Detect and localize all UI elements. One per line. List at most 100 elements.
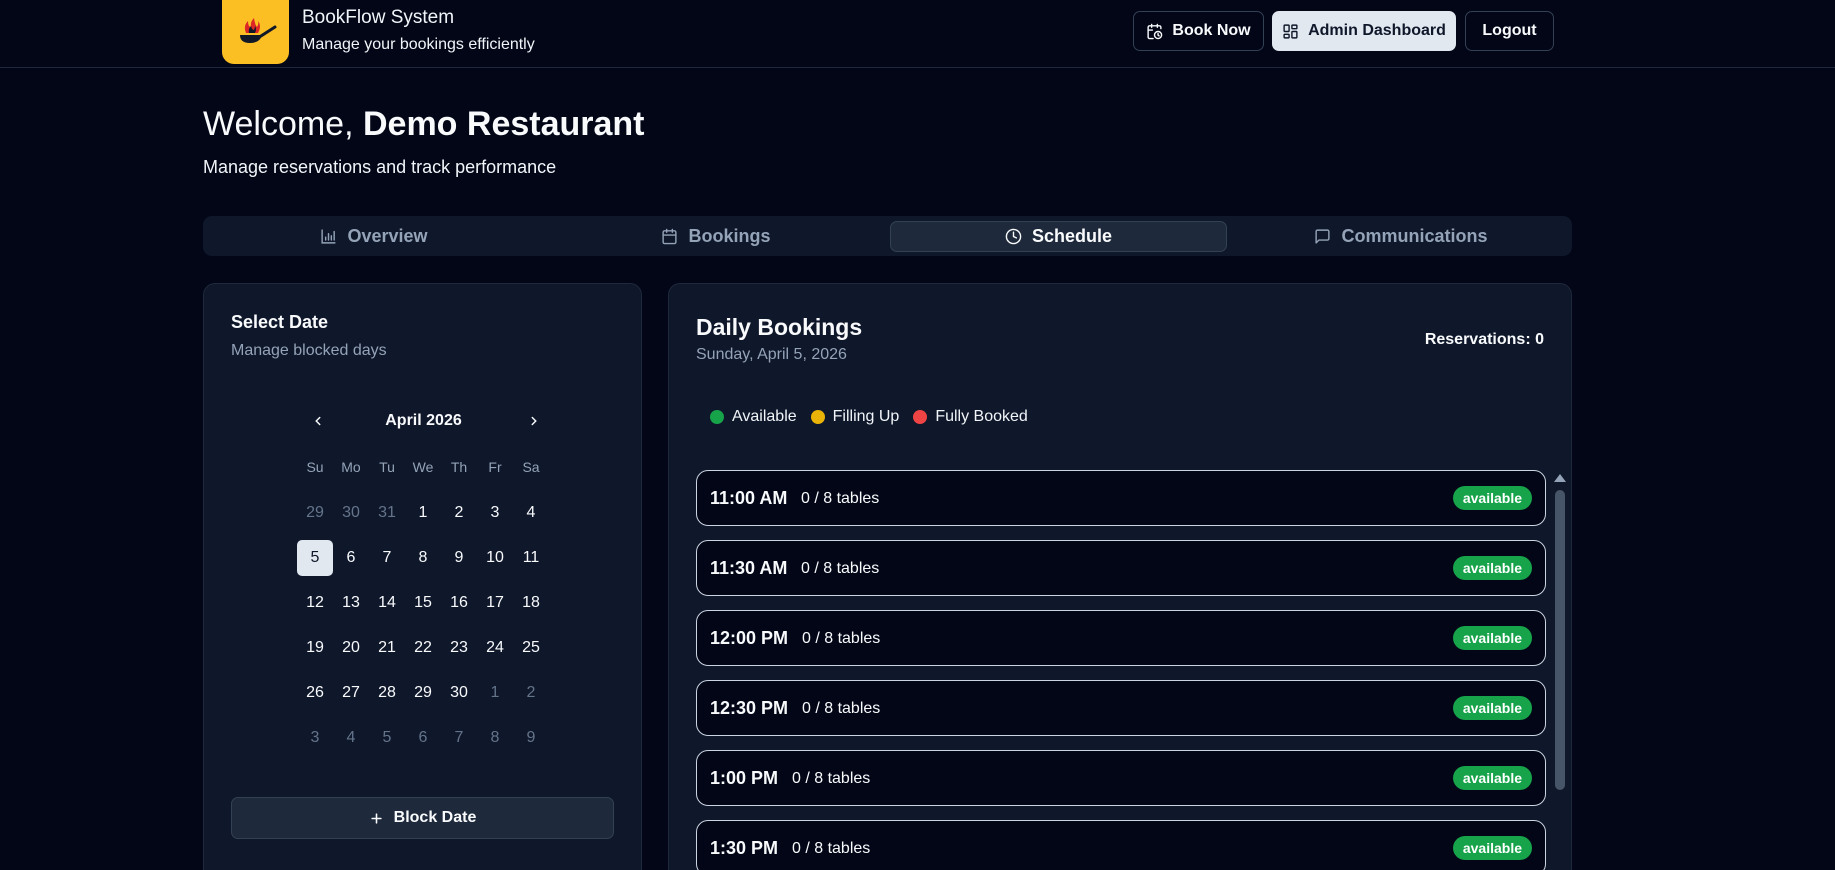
logout-label: Logout — [1482, 22, 1537, 39]
weekday-label: Fr — [488, 459, 502, 475]
calendar-day[interactable]: 16 — [441, 585, 477, 621]
calendar-day[interactable]: 7 — [441, 720, 477, 756]
legend-item: Fully Booked — [913, 408, 1028, 426]
calendar-day[interactable]: 23 — [441, 630, 477, 666]
dashboard-grid-icon — [1283, 23, 1298, 39]
availability-legend: Available Filling Up Fully Booked — [710, 408, 1042, 426]
block-date-label: Block Date — [393, 809, 477, 826]
calendar-day[interactable]: 8 — [405, 540, 441, 576]
calendar-day[interactable]: 9 — [513, 720, 549, 756]
book-now-button[interactable]: Book Now — [1133, 11, 1264, 51]
block-date-button[interactable]: Block Date — [231, 797, 614, 839]
calendar-day[interactable]: 17 — [477, 585, 513, 621]
tab-bookings[interactable]: Bookings — [545, 221, 887, 252]
calendar-day-selected[interactable]: 5 — [297, 540, 333, 576]
scroll-up-arrow-icon[interactable] — [1554, 474, 1566, 482]
time-slot-row[interactable]: 11:30 AM 0 / 8 tables available — [696, 540, 1546, 596]
calendar-icon — [662, 228, 678, 245]
calendar-day[interactable]: 6 — [405, 720, 441, 756]
calendar-day[interactable]: 28 — [369, 675, 405, 711]
calendar-day[interactable]: 20 — [333, 630, 369, 666]
status-badge: available — [1452, 766, 1532, 790]
calendar-day[interactable]: 27 — [333, 675, 369, 711]
chevron-right-icon — [531, 416, 537, 426]
calendar-day[interactable]: 7 — [369, 540, 405, 576]
top-header: BookFlow System Manage your bookings eff… — [0, 0, 1835, 68]
calendar-month: April 2026 — [385, 412, 462, 429]
calendar-day[interactable]: 29 — [297, 495, 333, 531]
scrollbar-thumb[interactable] — [1555, 490, 1565, 790]
admin-dashboard-button[interactable]: Admin Dashboard — [1272, 11, 1456, 51]
tab-communications-label: Communications — [1341, 226, 1488, 246]
select-date-card: Select Date Manage blocked days April 20… — [203, 283, 642, 870]
time-slot-row[interactable]: 12:30 PM 0 / 8 tables available — [696, 680, 1546, 736]
next-month-button[interactable] — [524, 411, 544, 431]
admin-dashboard-label: Admin Dashboard — [1308, 22, 1446, 39]
calendar-day[interactable]: 24 — [477, 630, 513, 666]
calendar-day[interactable]: 21 — [369, 630, 405, 666]
calendar-day[interactable]: 4 — [513, 495, 549, 531]
calendar-day[interactable]: 15 — [405, 585, 441, 621]
message-square-icon — [1315, 229, 1331, 244]
slot-list-scrollbar[interactable] — [1552, 470, 1568, 870]
logout-button[interactable]: Logout — [1465, 11, 1554, 51]
weekday-label: Su — [306, 459, 324, 475]
calendar-day[interactable]: 8 — [477, 720, 513, 756]
calendar-day[interactable]: 3 — [477, 495, 513, 531]
tab-overview-label: Overview — [347, 226, 428, 246]
status-badge: available — [1452, 836, 1532, 860]
calendar-day[interactable]: 12 — [297, 585, 333, 621]
slot-capacity: 0 / 8 tables — [802, 630, 881, 647]
legend-dot-icon — [810, 410, 825, 424]
calendar-day[interactable]: 25 — [513, 630, 549, 666]
brand-logo[interactable] — [222, 0, 289, 64]
time-slot-row[interactable]: 11:00 AM 0 / 8 tables available — [696, 470, 1546, 526]
time-slot-row[interactable]: 1:00 PM 0 / 8 tables available — [696, 750, 1546, 806]
tab-schedule[interactable]: Schedule — [890, 221, 1227, 252]
slot-time: 11:00 AM — [710, 488, 788, 508]
calendar-day[interactable]: 19 — [297, 630, 333, 666]
slot-capacity: 0 / 8 tables — [792, 840, 871, 857]
calendar-day[interactable]: 30 — [333, 495, 369, 531]
calendar-day[interactable]: 30 — [441, 675, 477, 711]
calendar-day[interactable]: 6 — [333, 540, 369, 576]
daily-bookings-title: Daily Bookings — [696, 314, 863, 340]
page-subtitle: Manage reservations and track performanc… — [203, 157, 557, 177]
calendar-day[interactable]: 29 — [405, 675, 441, 711]
status-badge: available — [1452, 556, 1532, 580]
calendar-day[interactable]: 14 — [369, 585, 405, 621]
tab-overview[interactable]: Overview — [203, 221, 545, 252]
calendar-day[interactable]: 2 — [441, 495, 477, 531]
calendar-day[interactable]: 4 — [333, 720, 369, 756]
slot-capacity: 0 / 8 tables — [801, 560, 880, 577]
time-slot-row[interactable]: 1:30 PM 0 / 8 tables available — [696, 820, 1546, 870]
time-slot-row[interactable]: 12:00 PM 0 / 8 tables available — [696, 610, 1546, 666]
slot-capacity: 0 / 8 tables — [792, 770, 871, 787]
brand-subtitle: Manage your bookings efficiently — [302, 36, 535, 53]
legend-item: Filling Up — [810, 408, 899, 426]
calendar-day[interactable]: 1 — [405, 495, 441, 531]
calendar-day[interactable]: 2 — [513, 675, 549, 711]
calendar-day[interactable]: 22 — [405, 630, 441, 666]
legend-dot-icon — [913, 410, 928, 424]
slot-capacity: 0 / 8 tables — [801, 490, 880, 507]
slot-time: 12:00 PM — [710, 628, 789, 648]
slot-capacity: 0 / 8 tables — [802, 700, 881, 717]
calendar-day[interactable]: 3 — [297, 720, 333, 756]
calendar-day[interactable]: 10 — [477, 540, 513, 576]
calendar-day[interactable]: 26 — [297, 675, 333, 711]
plus-icon — [370, 812, 382, 824]
calendar-grid: 29 30 31 1 2 3 4 5 6 7 8 9 10 11 12 13 14 15 16 17 18 19 20 21 2… — [297, 495, 549, 765]
tab-communications[interactable]: Communications — [1230, 221, 1572, 252]
calendar-day[interactable]: 5 — [369, 720, 405, 756]
calendar-day[interactable]: 1 — [477, 675, 513, 711]
weekday-header: Su Mo Tu We Th Fr Sa — [297, 459, 549, 475]
calendar-day[interactable]: 11 — [513, 540, 549, 576]
weekday-label: Mo — [341, 459, 361, 475]
calendar-day[interactable]: 31 — [369, 495, 405, 531]
calendar-day[interactable]: 9 — [441, 540, 477, 576]
calendar-day[interactable]: 18 — [513, 585, 549, 621]
brand-title: BookFlow System — [302, 7, 455, 28]
weekday-label: Tu — [379, 459, 395, 475]
calendar-day[interactable]: 13 — [333, 585, 369, 621]
